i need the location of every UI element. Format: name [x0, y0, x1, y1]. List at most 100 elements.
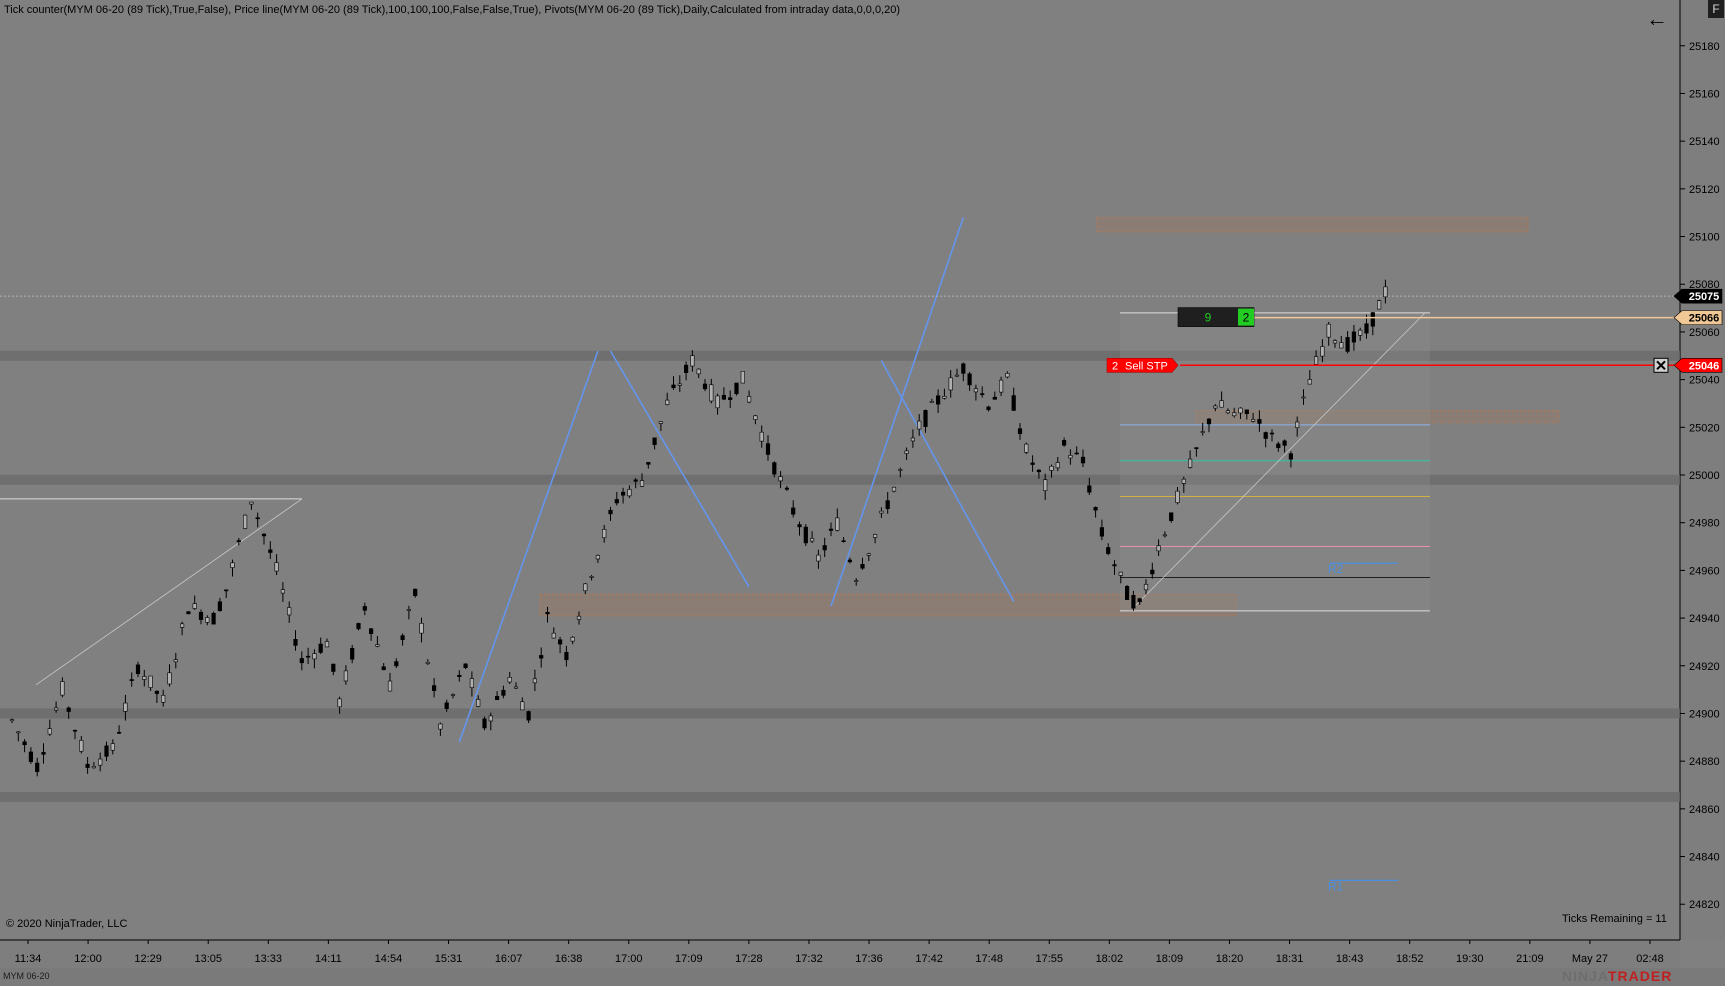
candle-body: [532, 678, 537, 684]
candle-body: [1017, 428, 1023, 435]
candle-body: [1062, 440, 1067, 446]
candle-body: [299, 658, 304, 664]
f-button[interactable]: F: [1708, 0, 1724, 18]
candle-body: [702, 383, 708, 390]
candle-body: [494, 695, 500, 700]
candle-body: [1244, 409, 1249, 415]
candle-body: [1257, 419, 1262, 424]
price-chart[interactable]: R2R1 25180251602514025120251002508025060…: [0, 0, 1725, 986]
candle-body: [501, 689, 506, 696]
candle-body: [1320, 346, 1325, 357]
sell-stop-order[interactable]: 2 Sell STP: [1106, 358, 1179, 373]
x-tick-label: 12:29: [134, 953, 162, 965]
candle-body: [1326, 323, 1331, 338]
candle-body: [28, 751, 34, 762]
candle-body: [816, 554, 821, 562]
candle-body: [1175, 490, 1180, 503]
candle-body: [728, 397, 733, 400]
candle-body: [1213, 405, 1218, 409]
candle-body: [665, 399, 670, 405]
candle-body: [1307, 379, 1312, 385]
candle-body: [41, 751, 46, 755]
candle-body: [318, 643, 323, 653]
candle-body: [872, 534, 878, 538]
candle-body: [274, 562, 279, 572]
candle-body: [9, 719, 15, 722]
candle-body: [142, 676, 147, 680]
candle-body: [98, 758, 103, 766]
candle-body: [205, 617, 210, 623]
fib-box: [1120, 312, 1430, 611]
candle-body: [1131, 595, 1136, 609]
candle-body: [287, 607, 292, 616]
candle-body: [406, 609, 412, 611]
x-tick-label: 13:33: [255, 953, 283, 965]
candle-body: [394, 661, 399, 667]
candle-body: [564, 651, 569, 661]
y-tick-label: 25120: [1689, 184, 1720, 196]
candle-body: [513, 686, 519, 689]
candle-body: [154, 690, 160, 694]
candle-body: [860, 564, 865, 569]
y-tick-label: 25060: [1689, 327, 1720, 339]
pivot-label: R2: [1328, 562, 1344, 576]
y-tick-label: 24880: [1689, 756, 1720, 768]
chart-background: [0, 0, 1725, 986]
x-tick-label: 18:31: [1276, 953, 1304, 965]
x-tick-label: 17:09: [675, 953, 703, 965]
candle-body: [243, 514, 248, 529]
candle-body: [778, 476, 783, 482]
candle-body: [602, 529, 607, 539]
candle-body: [809, 538, 815, 542]
candle-body: [1106, 547, 1111, 554]
close-order-icon[interactable]: [1653, 357, 1669, 373]
candle-body: [822, 545, 827, 551]
candle-body: [942, 396, 947, 399]
candle-body: [898, 469, 903, 471]
candle-body: [759, 431, 764, 442]
x-tick-label: 14:54: [375, 953, 403, 965]
candle-body: [413, 588, 418, 596]
candle-body: [1225, 410, 1230, 414]
x-tick-label: 18:09: [1156, 953, 1184, 965]
candle-body: [791, 507, 796, 515]
arrow-left-icon[interactable]: ←: [1644, 6, 1670, 32]
candle-body: [1276, 443, 1281, 449]
candle-body: [305, 655, 311, 658]
candle-body: [879, 510, 884, 514]
candle-body: [425, 661, 430, 664]
candle-body: [1339, 342, 1344, 349]
candle-body: [935, 395, 941, 405]
copyright: © 2020 NinjaTrader, LLC: [6, 918, 128, 930]
brand-logo: NINJATRADER: [1562, 968, 1672, 984]
candle-body: [973, 388, 978, 393]
x-tick-label: 17:55: [1035, 953, 1063, 965]
instrument-tab[interactable]: MYM 06-20: [3, 971, 50, 981]
candle-body: [268, 549, 273, 553]
candle-body: [1099, 527, 1104, 537]
candle-body: [463, 663, 468, 669]
candle-body: [998, 379, 1004, 393]
candle-body: [557, 639, 563, 645]
time-axis[interactable]: [0, 940, 1680, 968]
candle-body: [324, 641, 330, 648]
candle-body: [835, 517, 840, 531]
candle-body: [929, 401, 934, 403]
candle-body: [576, 615, 582, 620]
candle-body: [104, 745, 109, 757]
candle-body: [261, 533, 267, 537]
candle-body: [1150, 569, 1155, 575]
candle-body: [608, 509, 613, 515]
candle-body: [60, 681, 65, 696]
x-tick-label: 17:28: [735, 953, 763, 965]
candle-body: [135, 664, 141, 675]
candle-body: [589, 576, 594, 578]
candle-body: [841, 540, 846, 542]
candle-body: [368, 628, 374, 635]
candle-body: [79, 740, 84, 752]
tick-counter-right: 2: [1243, 311, 1250, 325]
candle-body: [488, 715, 493, 722]
y-tick-label: 25100: [1689, 232, 1720, 244]
candle-body: [1080, 456, 1086, 464]
candle-body: [72, 729, 78, 732]
